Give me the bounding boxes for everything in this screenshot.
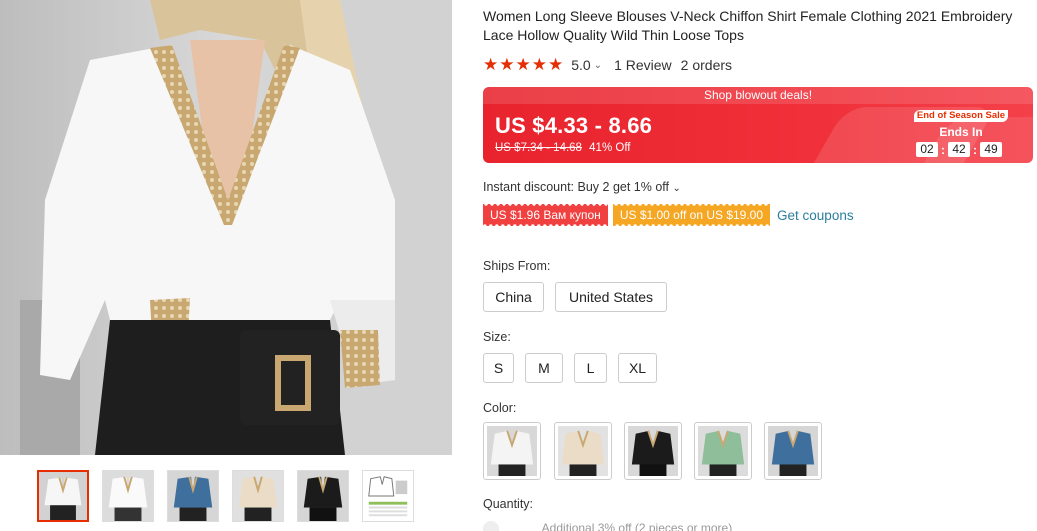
star-rating-icon: ★★★★★ [483,55,565,74]
size-label: Size: [483,330,511,344]
timer-hours: 02 [916,142,938,157]
thumbnail-white[interactable] [37,470,89,522]
instant-discount[interactable]: Instant discount: Buy 2 get 1% off ⌄ [483,180,681,194]
promo-banner-text: Shop blowout deals! [483,87,1033,104]
thumbnail-size-chart[interactable] [362,470,414,522]
price-banner: Shop blowout deals! US $4.33 - 8.66 US $… [483,87,1033,163]
ships-from-china[interactable]: China [483,282,544,312]
old-price-row: US $7.34 - 14.68 41% Off [495,142,631,154]
discount-percent: 41% Off [589,142,631,154]
thumbnail-white-alt[interactable] [102,470,154,522]
quantity-row-partial: Additional 3% off (2 pieces or more) [483,521,783,531]
reviews-link[interactable]: 1 Review [614,57,672,73]
color-swatch-green[interactable] [694,422,752,480]
original-price: US $7.34 - 14.68 [495,142,582,154]
timer-minutes: 42 [948,142,970,157]
thumbnail-strip [0,470,452,526]
quantity-additional-discount: Additional 3% off (2 pieces or more) [541,521,733,531]
coupon-row: US $1.96 Вам купон US $1.00 off on US $1… [483,204,854,226]
ships-from-united-states[interactable]: United States [555,282,667,312]
product-photo [0,0,452,455]
color-swatch-white[interactable] [483,422,541,480]
ends-in-label: Ends In [939,125,983,139]
thumbnail-black[interactable] [297,470,349,522]
sale-tag: End of Season Sale [914,110,1008,122]
size-option-l[interactable]: L [574,353,607,383]
color-swatch-apricot[interactable] [554,422,612,480]
main-product-image[interactable] [0,0,452,455]
countdown-timer: 02 : 42 : 49 [916,142,1002,157]
thumbnail-blue[interactable] [167,470,219,522]
rating-value[interactable]: 5.0 [571,57,590,73]
instant-discount-text: Instant discount: Buy 2 get 1% off [483,180,669,194]
coupon-select[interactable]: US $1.00 off on US $19.00 [612,204,771,226]
size-option-m[interactable]: M [525,353,563,383]
chevron-down-icon: ⌄ [672,183,681,194]
color-swatch-black[interactable] [624,422,682,480]
size-option-xl[interactable]: XL [618,353,657,383]
thumbnail-apricot[interactable] [232,470,284,522]
timer-seconds: 49 [980,142,1002,157]
product-title: Women Long Sleeve Blouses V-Neck Chiffon… [483,8,1013,43]
chevron-down-icon[interactable]: ⌄ [594,60,602,71]
size-option-s[interactable]: S [483,353,514,383]
color-label: Color: [483,401,517,415]
ships-from-label: Ships From: [483,259,551,273]
current-price: US $4.33 - 8.66 [495,113,653,138]
get-coupons-link[interactable]: Get coupons [777,208,854,223]
coupon-store[interactable]: US $1.96 Вам купон [483,204,608,226]
quantity-decrement-button[interactable] [483,521,499,531]
color-swatch-blue[interactable] [764,422,822,480]
rating-row: ★★★★★ 5.0 ⌄ 1 Review 2 orders [483,55,733,74]
quantity-label: Quantity: [483,497,534,511]
orders-count: 2 orders [680,57,733,73]
